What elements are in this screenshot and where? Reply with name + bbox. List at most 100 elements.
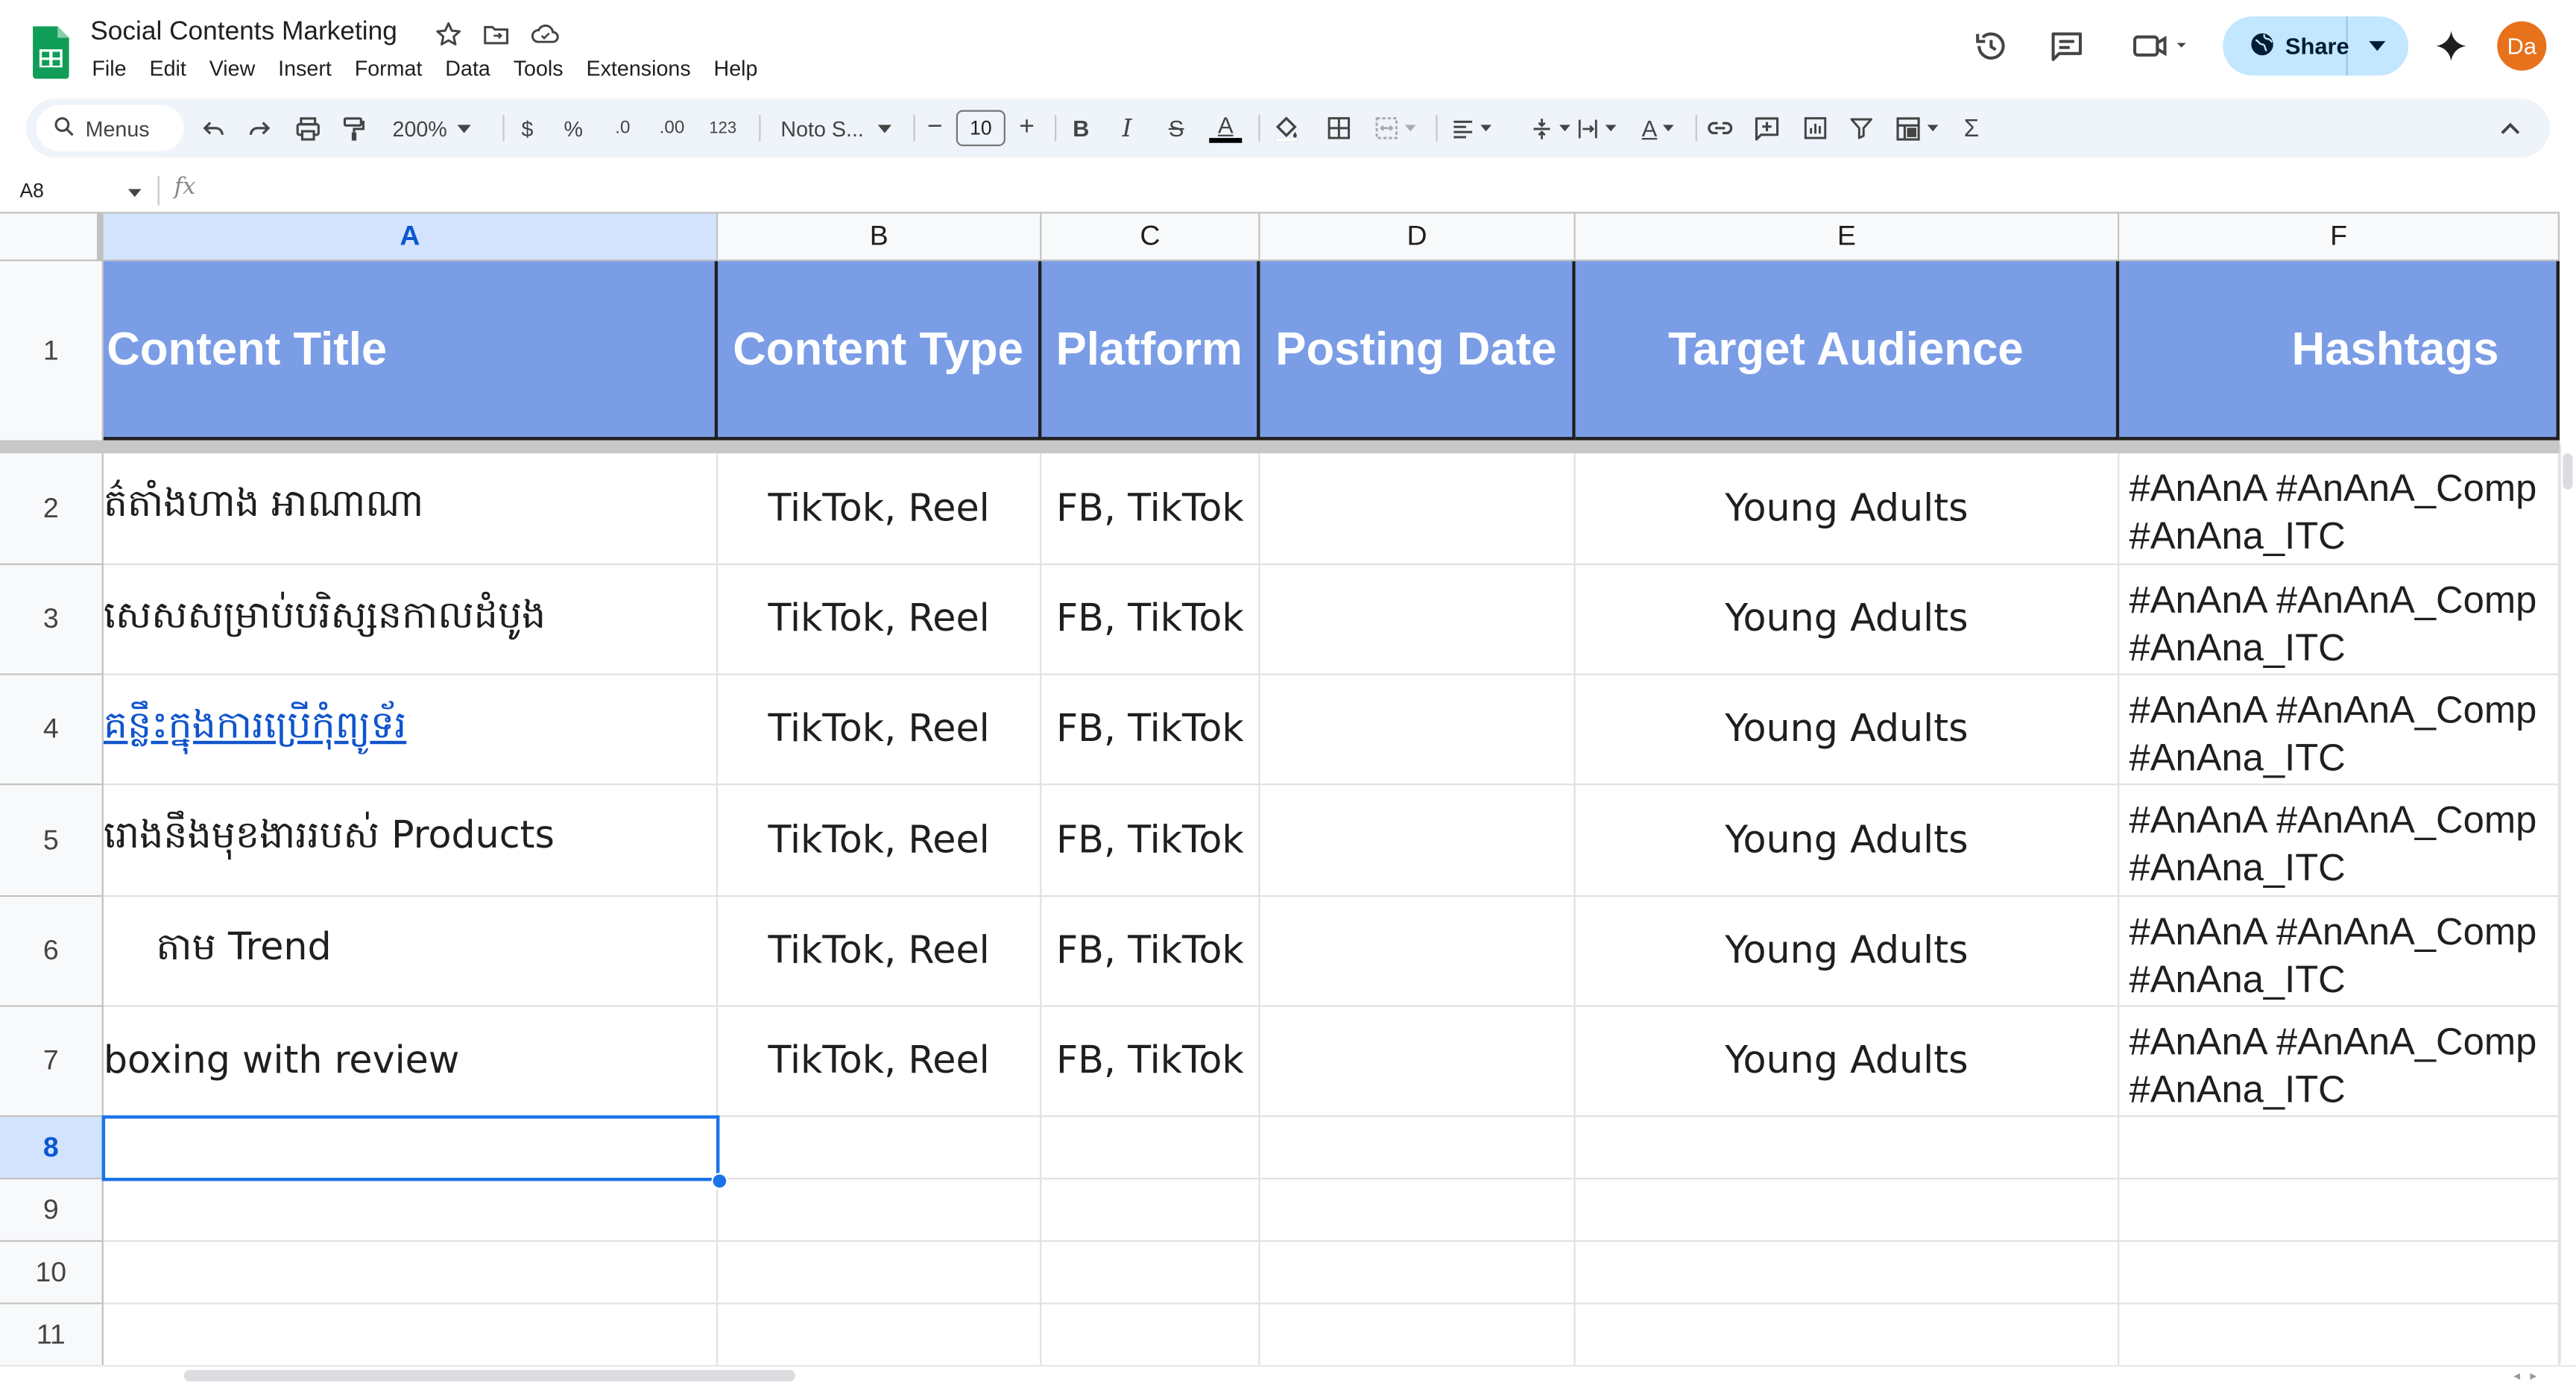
cell-a7[interactable]: boxing with review bbox=[103, 1006, 719, 1117]
filter-views-icon[interactable] bbox=[1890, 108, 1942, 148]
collapse-toolbar-icon[interactable] bbox=[2494, 108, 2527, 148]
header-cell-target-audience[interactable]: Target Audience bbox=[1575, 261, 2120, 442]
column-header-f[interactable]: F bbox=[2119, 213, 2560, 262]
row-header-4[interactable]: 4 bbox=[0, 675, 104, 786]
menu-insert[interactable]: Insert bbox=[278, 56, 355, 86]
cloud-status-icon[interactable] bbox=[529, 19, 559, 49]
scroll-left-icon[interactable]: ◂ bbox=[2513, 1369, 2520, 1385]
cell-b2[interactable]: TikTok, Reel bbox=[718, 453, 1042, 566]
cell-b5[interactable]: TikTok, Reel bbox=[718, 785, 1042, 898]
move-folder-icon[interactable] bbox=[482, 19, 511, 49]
menu-help[interactable]: Help bbox=[714, 56, 781, 86]
cell-d6[interactable] bbox=[1260, 897, 1576, 1007]
cell-e4[interactable]: Young Adults bbox=[1575, 675, 2120, 786]
borders-icon[interactable] bbox=[1321, 108, 1357, 148]
formula-input[interactable] bbox=[214, 174, 2514, 207]
vertical-scroll-thumb[interactable] bbox=[2563, 453, 2573, 490]
cell-f7[interactable]: #AnAnA #AnAnA_Comp #AnAna_ITC bbox=[2119, 1006, 2560, 1117]
cell-f3[interactable]: #AnAnA #AnAnA_Comp #AnAna_ITC bbox=[2119, 565, 2560, 675]
header-cell-content-title[interactable]: Content Title bbox=[103, 261, 719, 442]
row-header-9[interactable]: 9 bbox=[0, 1179, 104, 1242]
cell-d4[interactable] bbox=[1260, 675, 1576, 786]
document-title[interactable]: Social Contents Marketing bbox=[90, 18, 397, 48]
horizontal-scroll-thumb[interactable] bbox=[183, 1369, 795, 1382]
cell-a6[interactable]: តាម Trend bbox=[103, 897, 719, 1007]
paint-format-icon[interactable] bbox=[335, 108, 371, 148]
vertical-scrollbar[interactable] bbox=[2559, 443, 2576, 1363]
zoom-select[interactable]: 200% bbox=[381, 108, 483, 148]
decrease-decimal-button[interactable]: .0 bbox=[604, 108, 640, 148]
cell-c5[interactable]: FB, TikTok bbox=[1041, 785, 1260, 898]
cell-e7[interactable]: Young Adults bbox=[1575, 1006, 2120, 1117]
column-header-e[interactable]: E bbox=[1575, 213, 2120, 262]
cell-f2[interactable]: #AnAnA #AnAnA_Comp #AnAna_ITC bbox=[2119, 453, 2560, 566]
menu-file[interactable]: File bbox=[92, 56, 149, 86]
menu-data[interactable]: Data bbox=[445, 56, 513, 86]
fill-color-icon[interactable] bbox=[1269, 108, 1304, 148]
cell-e5[interactable]: Young Adults bbox=[1575, 785, 2120, 898]
share-dropdown-icon[interactable] bbox=[2348, 16, 2407, 75]
cell-b3[interactable]: TikTok, Reel bbox=[718, 565, 1042, 675]
cell-a4-link[interactable]: គន្លឹះក្នុងការប្រើកុំព្យូទ័រ bbox=[103, 675, 719, 786]
cell-e2[interactable]: Young Adults bbox=[1575, 453, 2120, 566]
cell-c2[interactable]: FB, TikTok bbox=[1041, 453, 1260, 566]
cell-a9[interactable] bbox=[103, 1179, 719, 1242]
print-icon[interactable] bbox=[289, 108, 325, 148]
cell-b6[interactable]: TikTok, Reel bbox=[718, 897, 1042, 1007]
name-box[interactable]: A8 bbox=[0, 171, 154, 210]
cell-d9[interactable] bbox=[1260, 1179, 1576, 1242]
scroll-right-icon[interactable]: ▸ bbox=[2530, 1369, 2536, 1385]
menu-edit[interactable]: Edit bbox=[149, 56, 209, 86]
cell-a5[interactable]: រោងនឹងមុខងាររបស់ Products bbox=[103, 785, 719, 898]
insert-link-icon[interactable] bbox=[1702, 108, 1737, 148]
cell-a11[interactable] bbox=[103, 1304, 719, 1367]
undo-icon[interactable] bbox=[197, 108, 230, 148]
row-header-5[interactable]: 5 bbox=[0, 785, 104, 898]
column-header-a[interactable]: A bbox=[103, 213, 719, 262]
horizontal-align-icon[interactable] bbox=[1446, 108, 1495, 148]
row-header-7[interactable]: 7 bbox=[0, 1006, 104, 1117]
cell-b4[interactable]: TikTok, Reel bbox=[718, 675, 1042, 786]
currency-format-button[interactable]: $ bbox=[513, 108, 543, 148]
select-all-corner[interactable] bbox=[0, 213, 104, 262]
cell-f11[interactable] bbox=[2119, 1304, 2560, 1367]
font-size-input[interactable]: 10 bbox=[956, 110, 1006, 147]
vertical-align-icon[interactable] bbox=[1524, 108, 1573, 148]
sheets-logo-icon[interactable] bbox=[30, 26, 72, 79]
cell-c9[interactable] bbox=[1041, 1179, 1260, 1242]
cell-e3[interactable]: Young Adults bbox=[1575, 565, 2120, 675]
cell-c7[interactable]: FB, TikTok bbox=[1041, 1006, 1260, 1117]
share-button[interactable]: Share bbox=[2223, 16, 2349, 76]
star-icon[interactable] bbox=[434, 19, 464, 49]
percent-format-button[interactable]: % bbox=[558, 108, 588, 148]
more-formats-button[interactable]: 123 bbox=[703, 108, 742, 148]
redo-icon[interactable] bbox=[243, 108, 276, 148]
row-header-3[interactable]: 3 bbox=[0, 565, 104, 675]
cell-b11[interactable] bbox=[718, 1304, 1042, 1367]
scroll-arrows[interactable]: ◂ ▸ bbox=[2513, 1369, 2553, 1385]
insert-comment-icon[interactable] bbox=[1748, 108, 1784, 148]
cell-d5[interactable] bbox=[1260, 785, 1576, 898]
menu-extensions[interactable]: Extensions bbox=[586, 56, 713, 86]
strikethrough-button[interactable]: S bbox=[1160, 108, 1193, 148]
cell-f6[interactable]: #AnAnA #AnAnA_Comp #AnAna_ITC bbox=[2119, 897, 2560, 1007]
header-cell-posting-date[interactable]: Posting Date bbox=[1260, 261, 1576, 442]
version-history-icon[interactable] bbox=[1969, 23, 2015, 69]
column-header-b[interactable]: B bbox=[718, 213, 1042, 262]
font-family-select[interactable]: Noto S... bbox=[772, 108, 900, 148]
cell-c11[interactable] bbox=[1041, 1304, 1260, 1367]
cell-b7[interactable]: TikTok, Reel bbox=[718, 1006, 1042, 1117]
merge-cells-icon[interactable] bbox=[1367, 108, 1423, 148]
increase-font-size-button[interactable]: + bbox=[1012, 108, 1042, 148]
menu-format[interactable]: Format bbox=[355, 56, 446, 86]
header-cell-hashtags[interactable]: Hashtags bbox=[2119, 261, 2560, 442]
text-color-button[interactable]: A bbox=[1206, 108, 1246, 148]
decrease-font-size-button[interactable]: − bbox=[920, 108, 950, 148]
row-header-10[interactable]: 10 bbox=[0, 1241, 104, 1305]
menus-search[interactable]: Menus bbox=[36, 105, 184, 151]
cell-d11[interactable] bbox=[1260, 1304, 1576, 1367]
account-avatar[interactable]: Da bbox=[2497, 21, 2547, 71]
cell-d8[interactable] bbox=[1260, 1117, 1576, 1180]
cell-a10[interactable] bbox=[103, 1241, 719, 1305]
cell-d2[interactable] bbox=[1260, 453, 1576, 566]
